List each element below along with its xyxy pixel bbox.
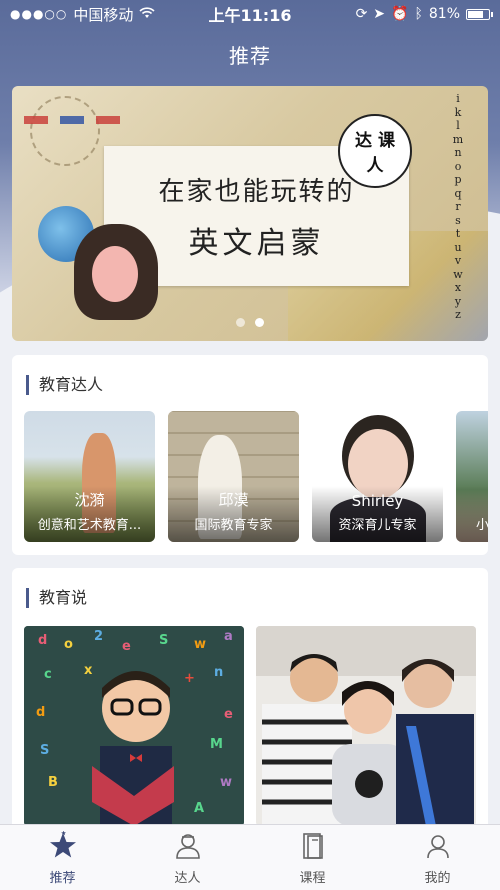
expert-title: 创意和艺术教育... bbox=[37, 518, 142, 533]
alphabet-letter: q bbox=[454, 186, 462, 200]
tab-courses[interactable]: 课程 bbox=[250, 825, 375, 890]
svg-text:e: e bbox=[224, 707, 233, 722]
tab-label: 达人 bbox=[174, 871, 201, 886]
page-title: 推荐 bbox=[229, 44, 271, 68]
badge-top: 达 课 bbox=[355, 131, 395, 151]
carousel-dot[interactable] bbox=[236, 318, 245, 327]
svg-text:w: w bbox=[194, 637, 206, 652]
carousel-indicator bbox=[12, 318, 488, 327]
bluetooth-icon: ᛒ bbox=[414, 6, 423, 22]
experts-scroller[interactable]: 沈漪 创意和艺术教育... 邱漠 国际教育专家 Shirley 资深育儿专家 小 bbox=[24, 411, 488, 542]
alphabet-letter: w bbox=[453, 267, 463, 281]
banner-carousel[interactable]: 在家也能玩转的 英文启蒙 达 课 人 iklmnopqrstuvwxyz bbox=[12, 86, 488, 341]
svg-text:c: c bbox=[44, 667, 52, 682]
expert-card[interactable]: 沈漪 创意和艺术教育... bbox=[24, 411, 155, 542]
family-photo-image bbox=[256, 626, 476, 826]
letters-wall-image: do 2e Sw ac x+ nd eM SB wA bbox=[24, 626, 244, 826]
alphabet-letter: y bbox=[454, 294, 462, 308]
talks-section: 教育说 do 2e Sw ac x + nd eM SB wA bbox=[12, 568, 488, 838]
svg-text:w: w bbox=[220, 775, 232, 790]
alphabet-letter: m bbox=[452, 132, 464, 146]
star-icon bbox=[49, 831, 76, 858]
banner-line-2: 英文启蒙 bbox=[188, 225, 325, 261]
svg-text:S: S bbox=[159, 633, 168, 648]
expert-name: Shirley bbox=[351, 492, 404, 510]
alphabet-letter: i bbox=[456, 92, 460, 105]
svg-text:d: d bbox=[38, 633, 47, 648]
svg-text:a: a bbox=[224, 629, 233, 644]
profile-icon bbox=[426, 835, 449, 859]
svg-text:B: B bbox=[48, 775, 58, 790]
alphabet-column: iklmnopqrstuvwxyz bbox=[448, 92, 468, 322]
expert-name: 沈漪 bbox=[74, 491, 105, 509]
svg-text:+: + bbox=[184, 671, 195, 686]
tab-mine[interactable]: 我的 bbox=[375, 825, 500, 890]
svg-text:S: S bbox=[40, 743, 49, 758]
section-title: 教育说 bbox=[26, 588, 87, 608]
lock-rotation-icon: ⟳ bbox=[355, 6, 368, 22]
badge-bottom: 人 bbox=[366, 156, 384, 176]
section-title: 教育达人 bbox=[26, 375, 103, 395]
alphabet-letter: p bbox=[454, 173, 462, 186]
wifi-icon bbox=[139, 5, 155, 23]
battery-icon bbox=[466, 8, 493, 20]
postmark-decoration bbox=[30, 96, 100, 166]
signal-icon: ●●●○○ bbox=[10, 7, 68, 21]
svg-text:n: n bbox=[214, 665, 223, 680]
carrier-label: 中国移动 bbox=[73, 5, 134, 24]
experts-section: 教育达人 沈漪 创意和艺术教育... 邱漠 国际教育专家 Shirley 资深育… bbox=[12, 355, 488, 555]
svg-text:x: x bbox=[84, 663, 93, 678]
tab-bar: 推荐 达人 课程 我的 bbox=[0, 824, 500, 890]
book-icon bbox=[302, 833, 323, 859]
svg-text:M: M bbox=[210, 737, 223, 752]
expert-title: 小 bbox=[476, 518, 488, 533]
expert-card[interactable]: 小 bbox=[456, 411, 488, 542]
banner-line-1: 在家也能玩转的 bbox=[158, 176, 355, 207]
expert-card[interactable]: Shirley 资深育儿专家 bbox=[312, 411, 443, 542]
talk-card-boy-reading[interactable]: do 2e Sw ac x + nd eM SB wA bbox=[24, 626, 244, 826]
alphabet-letter: r bbox=[455, 200, 461, 213]
alarm-icon: ⏰ bbox=[391, 6, 409, 22]
battery-percent: 81% bbox=[428, 6, 460, 22]
clock: 上午11:16 bbox=[208, 6, 292, 25]
alphabet-letter: u bbox=[454, 240, 462, 254]
status-bar: ●●●○○ 中国移动 上午11:16 ⟳ ➤ ⏰ ᛒ 81% bbox=[0, 0, 500, 28]
alphabet-letter: t bbox=[455, 227, 461, 240]
tab-label: 课程 bbox=[299, 871, 326, 886]
svg-text:d: d bbox=[36, 705, 45, 720]
girl-illustration bbox=[74, 224, 158, 320]
carousel-dot[interactable] bbox=[255, 318, 264, 327]
svg-text:A: A bbox=[194, 801, 204, 816]
alphabet-letter: x bbox=[454, 281, 462, 294]
location-icon: ➤ bbox=[373, 6, 386, 22]
tab-label: 推荐 bbox=[49, 871, 76, 886]
expert-card[interactable]: 邱漠 国际教育专家 bbox=[168, 411, 299, 542]
alphabet-letter: k bbox=[454, 105, 462, 119]
svg-text:e: e bbox=[122, 639, 131, 654]
alphabet-letter: o bbox=[454, 159, 462, 173]
talks-grid: do 2e Sw ac x + nd eM SB wA bbox=[24, 626, 476, 826]
tab-recommend[interactable]: 推荐 bbox=[0, 825, 125, 890]
expert-title: 国际教育专家 bbox=[194, 518, 273, 533]
svg-text:o: o bbox=[64, 637, 73, 652]
alphabet-letter: n bbox=[454, 146, 462, 159]
svg-text:2: 2 bbox=[94, 629, 103, 644]
person-icon bbox=[175, 834, 200, 859]
alphabet-letter: l bbox=[456, 119, 460, 132]
expert-title: 资深育儿专家 bbox=[338, 518, 417, 533]
battery-fill bbox=[468, 10, 483, 18]
talk-card-family[interactable] bbox=[256, 626, 476, 826]
banner-badge: 达 课 人 bbox=[338, 114, 412, 188]
alphabet-letter: v bbox=[454, 254, 462, 267]
tab-experts[interactable]: 达人 bbox=[125, 825, 250, 890]
expert-name: 邱漠 bbox=[218, 491, 249, 509]
tab-label: 我的 bbox=[424, 871, 451, 886]
alphabet-letter: s bbox=[455, 213, 461, 227]
